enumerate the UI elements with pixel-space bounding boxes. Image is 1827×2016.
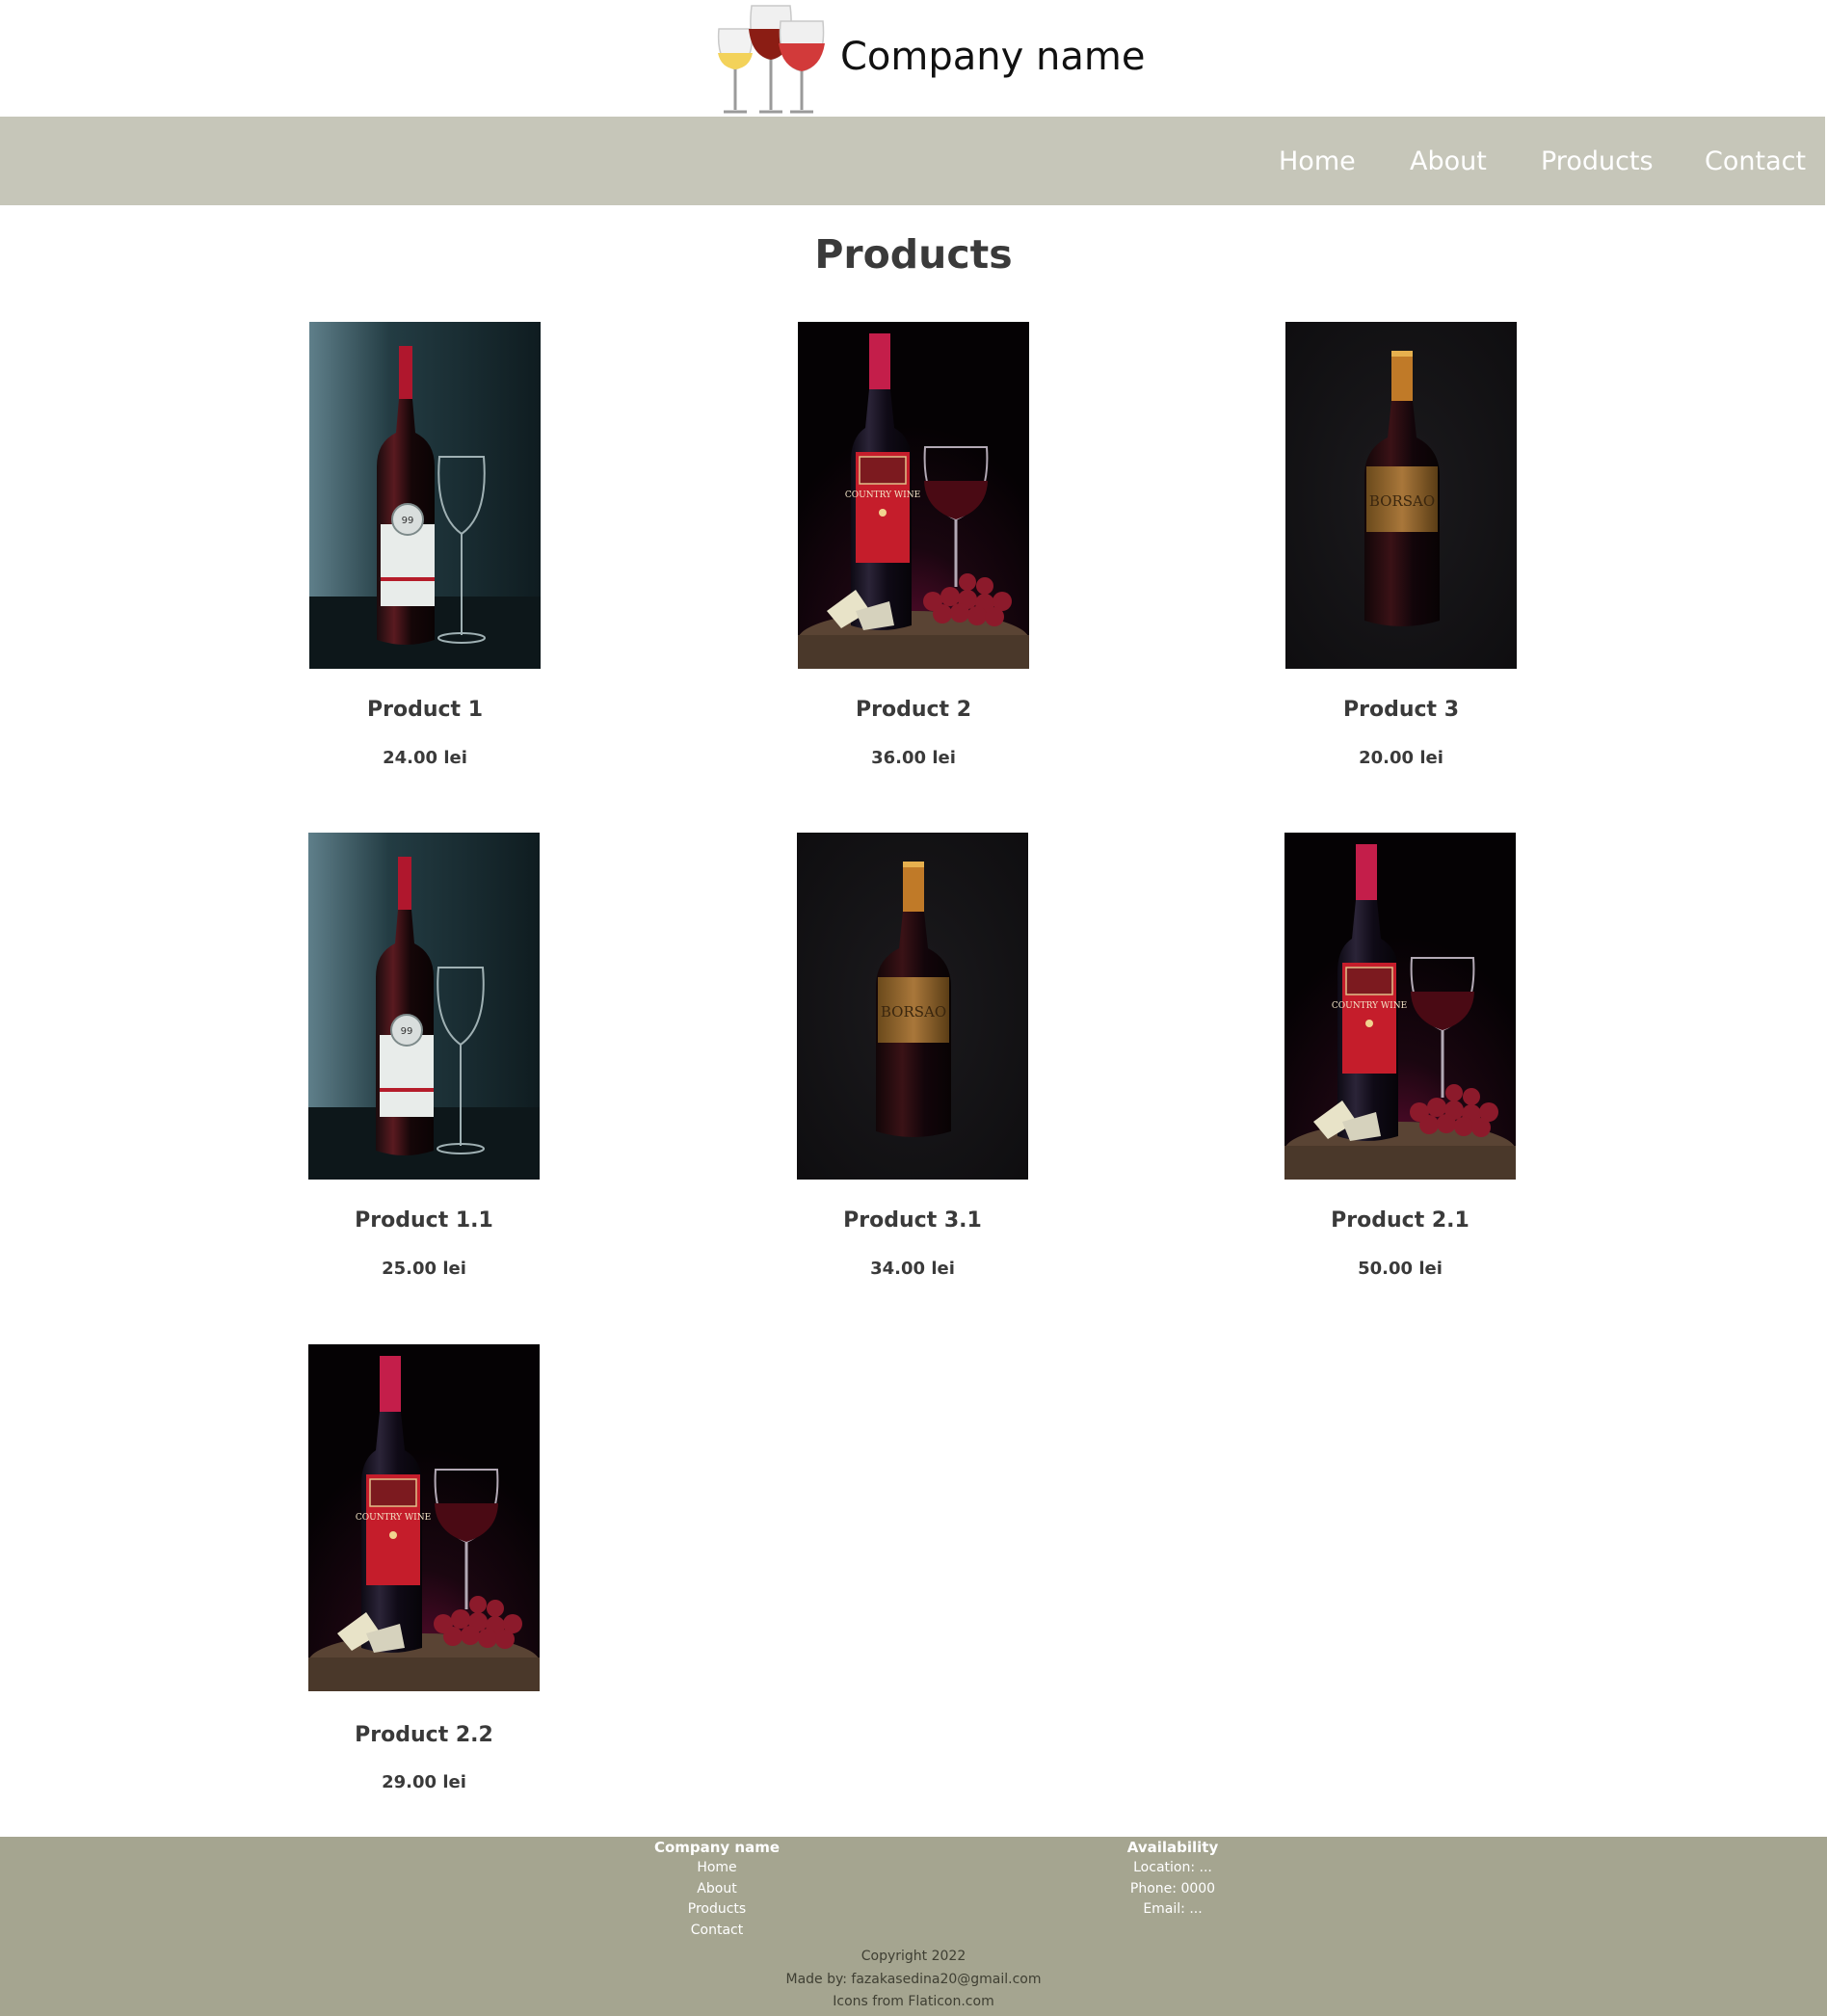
product-image[interactable] [309,322,541,669]
product-card[interactable]: Product 1.1 25.00 lei [308,833,540,1279]
company-name[interactable]: Company name [840,35,1145,79]
product-name[interactable]: Product 1.1 [270,1208,578,1233]
product-price: 29.00 lei [382,1772,466,1792]
product-card[interactable]: Product 2 36.00 lei [798,322,1029,768]
product-price: 25.00 lei [382,1259,466,1279]
footer-location: Location: ... [1133,1860,1212,1875]
product-name[interactable]: Product 3 [1247,698,1555,722]
footer-availability-heading: Availability [1126,1839,1219,1856]
product-card[interactable]: Product 1 24.00 lei [309,322,541,768]
product-image[interactable] [1285,322,1517,669]
nav-contact-link[interactable]: Contact [1705,146,1806,176]
footer-home-link[interactable]: Home [697,1860,736,1875]
product-price: 24.00 lei [383,748,467,768]
product-price: 20.00 lei [1359,748,1443,768]
footer-copyright: Copyright 2022 [861,1949,966,1964]
footer-made-by: Made by: fazakasedina20@gmail.com [785,1971,1042,1987]
footer-availability-column: Availability Location: ... Phone: 0000 E… [1076,1837,1269,1921]
footer-icons-credit[interactable]: Icons from Flaticon.com [0,1991,1827,2014]
product-image[interactable] [308,1341,540,1694]
product-card[interactable]: Product 2.2 29.00 lei [308,1341,540,1792]
product-price: 50.00 lei [1358,1259,1443,1279]
footer-about-link[interactable]: About [697,1881,736,1897]
product-image[interactable] [797,833,1028,1180]
site-header: Company name [0,0,1827,117]
footer-email: Email: ... [1143,1901,1203,1917]
product-name[interactable]: Product 3.1 [758,1208,1067,1233]
site-footer: Company name Home About Products Contact… [0,1837,1827,2016]
footer-company-column: Company name Home About Products Contact [621,1837,813,1941]
product-card[interactable]: Product 3 20.00 lei [1285,322,1517,768]
footer-contact-link[interactable]: Contact [691,1923,743,1938]
product-card[interactable]: Product 2.1 50.00 lei [1284,833,1516,1279]
nav-products-link[interactable]: Products [1541,146,1654,176]
wine-glasses-icon[interactable] [711,0,827,117]
footer-credits: Copyright 2022 Made by: fazakasedina20@g… [0,1946,1827,2014]
product-price: 34.00 lei [870,1259,955,1279]
footer-phone: Phone: 0000 [1129,1880,1216,1897]
product-image[interactable] [798,322,1029,669]
nav-about-link[interactable]: About [1410,146,1487,176]
footer-company-heading: Company name [653,1839,781,1856]
product-name[interactable]: Product 1 [271,698,579,722]
product-card[interactable]: Product 3.1 34.00 lei [797,833,1028,1279]
footer-products-link[interactable]: Products [688,1901,746,1917]
product-name[interactable]: Product 2.1 [1246,1208,1554,1233]
product-name[interactable]: Product 2 [759,698,1068,722]
nav-home-link[interactable]: Home [1279,146,1356,176]
product-image[interactable] [1284,833,1516,1180]
product-name[interactable]: Product 2.2 [270,1723,578,1747]
product-price: 36.00 lei [871,748,956,768]
page-title: Products [814,231,1013,278]
main-navbar: Home About Products Contact [0,117,1825,205]
product-image[interactable] [308,833,540,1180]
